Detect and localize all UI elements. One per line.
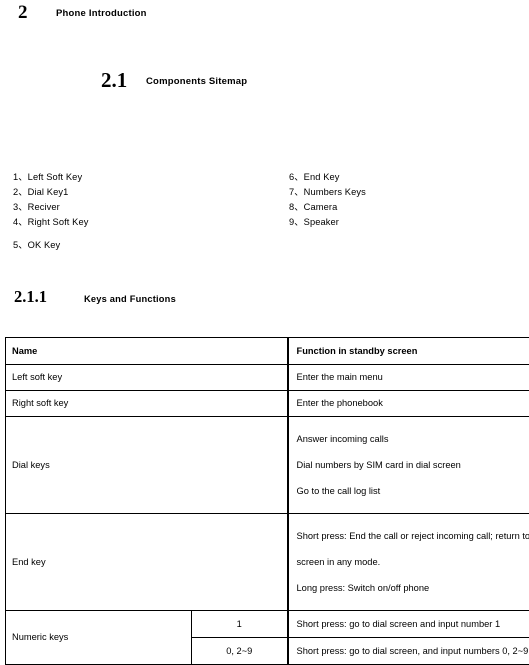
list-item: 3、Reciver <box>13 200 89 215</box>
table-row: Numeric keys 1 Short press: go to dial s… <box>6 611 529 638</box>
row-description-lines: Short press: End the call or reject inco… <box>289 514 529 610</box>
numeric-key-cell: 0, 2~9 <box>192 638 288 665</box>
row-description-line: Long press: Switch on/off phone <box>297 575 529 601</box>
subsection-number: 2.1.1 <box>14 287 47 307</box>
list-item: 4、Right Soft Key <box>13 215 89 230</box>
row-name-cell: End key <box>6 514 288 611</box>
table-header-row: Name Function in standby screen <box>6 338 529 365</box>
column-header-function-label: Function in standby screen <box>289 345 529 358</box>
components-list-right-column: 6、End Key 7、Numbers Keys 8、Camera 9、Spea… <box>289 170 366 230</box>
row-name-cell-numeric: Numeric keys <box>6 611 192 665</box>
chapter-title: Phone Introduction <box>56 8 147 20</box>
section-number: 2.1 <box>101 68 127 92</box>
table-row: Left soft key Enter the main menu <box>6 365 529 391</box>
row-description-line: Enter the main menu <box>289 371 529 384</box>
row-description-line: Short press: go to dial screen, and inpu… <box>289 645 529 658</box>
row-description-line: Go to the call log list <box>297 478 529 504</box>
row-description-line: Short press: go to dial screen and input… <box>289 618 529 631</box>
list-item: 9、Speaker <box>289 215 366 230</box>
numeric-key-cell: 1 <box>192 611 288 638</box>
list-item: 8、Camera <box>289 200 366 215</box>
row-description-line: Short press: End the call or reject inco… <box>297 523 529 549</box>
row-description-cell: Short press: go to dial screen and input… <box>288 611 529 638</box>
row-description-line: Dial numbers by SIM card in dial screen <box>297 452 529 478</box>
row-name-label: Left soft key <box>6 371 287 384</box>
row-description-cell: Enter the main menu <box>288 365 529 391</box>
table-row: Right soft key Enter the phonebook <box>6 391 529 417</box>
list-item: 2、Dial Key1 <box>13 185 89 200</box>
table-row: Dial keys Answer incoming calls Dial num… <box>6 417 529 514</box>
list-item: 6、End Key <box>289 170 366 185</box>
row-description-cell: Enter the phonebook <box>288 391 529 417</box>
components-list-left-column: 1、Left Soft Key 2、Dial Key1 3、Reciver 4、… <box>13 170 89 253</box>
row-description-cell: Answer incoming calls Dial numbers by SI… <box>288 417 529 514</box>
row-name-label: Dial keys <box>6 459 287 472</box>
section-title: Components Sitemap <box>146 76 247 88</box>
subsection-heading: 2.1.1 Keys and Functions <box>0 287 529 315</box>
row-description-lines: Answer incoming calls Dial numbers by SI… <box>289 417 529 513</box>
row-description-line: screen in any mode. <box>297 549 529 575</box>
row-name-label: Numeric keys <box>6 631 191 644</box>
row-name-label: Right soft key <box>6 397 287 410</box>
row-description-cell: Short press: End the call or reject inco… <box>288 514 529 611</box>
column-header-function: Function in standby screen <box>288 338 529 365</box>
chapter-heading: 2 Phone Introduction <box>0 0 529 30</box>
row-description-line: Answer incoming calls <box>297 426 529 452</box>
row-description-line: Enter the phonebook <box>289 397 529 410</box>
list-item: 5、OK Key <box>13 238 89 253</box>
keys-and-functions-table: Name Function in standby screen Left sof… <box>5 337 529 665</box>
row-name-cell: Left soft key <box>6 365 288 391</box>
section-heading: 2.1 Components Sitemap <box>0 68 529 100</box>
column-header-name: Name <box>6 338 288 365</box>
list-item: 1、Left Soft Key <box>13 170 89 185</box>
row-name-cell: Right soft key <box>6 391 288 417</box>
table-row: End key Short press: End the call or rej… <box>6 514 529 611</box>
list-item: 7、Numbers Keys <box>289 185 366 200</box>
column-header-name-label: Name <box>6 345 287 358</box>
components-list: 1、Left Soft Key 2、Dial Key1 3、Reciver 4、… <box>0 170 529 262</box>
row-name-cell: Dial keys <box>6 417 288 514</box>
row-description-cell: Short press: go to dial screen, and inpu… <box>288 638 529 665</box>
chapter-number: 2 <box>18 2 28 24</box>
numeric-key-label: 1 <box>192 618 287 631</box>
numeric-key-label: 0, 2~9 <box>192 645 287 658</box>
row-name-label: End key <box>6 556 287 569</box>
subsection-title: Keys and Functions <box>84 293 176 305</box>
